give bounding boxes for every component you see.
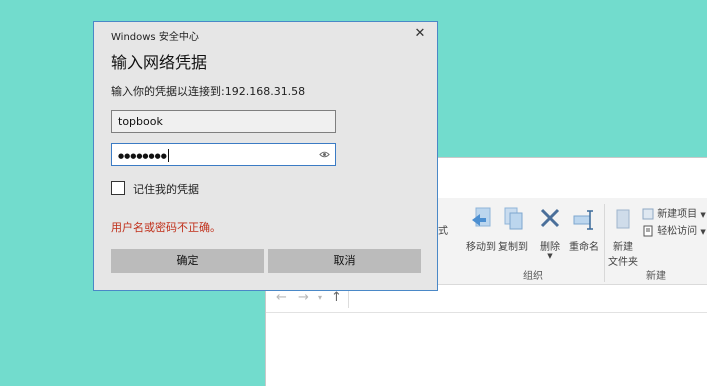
new-item-button[interactable]: 新建项目 ▼ [642,205,706,220]
move-to-icon [472,207,491,227]
group-label-organize: 组织 [523,271,543,282]
easy-access-button[interactable]: 轻松访问 ▼ [642,222,706,237]
forward-icon[interactable]: → [298,290,309,305]
credential-dialog: Windows 安全中心 ✕ 输入网络凭据 输入你的凭据以连接到:192.168… [93,21,438,291]
copy-to-icon [504,207,523,230]
connection-prompt: 输入你的凭据以连接到:192.168.31.58 [111,85,306,98]
delete-button[interactable]: 删除 ▼ [536,206,564,260]
remember-label: 记住我的凭据 [133,183,199,196]
rename-label: 重命名 [569,242,599,253]
error-message: 用户名或密码不正确。 [111,221,221,234]
delete-icon [540,208,560,228]
ok-button[interactable]: 确定 [111,249,264,273]
username-field[interactable]: topbook [111,110,336,133]
new-folder-label-1: 新建 [613,242,633,253]
password-field[interactable]: ●●●●●●●● [111,143,336,166]
up-icon[interactable]: ↑ [331,290,342,305]
cancel-button[interactable]: 取消 [268,249,421,273]
delete-dropdown-icon[interactable]: ▼ [536,253,564,260]
move-to-button[interactable]: 移动到 [464,206,498,253]
back-icon[interactable]: ← [276,290,287,305]
new-item-dropdown-icon: ▼ [700,211,706,219]
easy-access-label: 轻松访问 [657,226,698,237]
copy-to-button[interactable]: 复制到 [496,206,530,253]
username-value: topbook [118,115,163,128]
remember-checkbox[interactable] [111,181,125,195]
delete-label: 删除 [540,242,560,253]
new-item-icon [642,208,654,220]
group-label-new: 新建 [646,271,666,282]
new-folder-label-2: 文件夹 [608,257,638,268]
move-to-label: 移动到 [466,242,496,253]
reveal-password-icon[interactable] [319,149,330,160]
text-caret [167,148,169,162]
rename-icon [573,210,593,230]
new-folder-button[interactable]: 新建 文件夹 [606,206,640,268]
password-mask: ●●●●●●●● [118,152,167,160]
new-item-label: 新建项目 [657,209,698,220]
ribbon-separator [604,204,605,282]
copy-to-label: 复制到 [498,242,528,253]
easy-access-dropdown-icon: ▼ [700,228,706,236]
new-folder-icon [616,209,630,229]
dialog-window-title: Windows 安全中心 [111,32,199,43]
dialog-heading: 输入网络凭据 [111,53,208,72]
easy-access-icon [643,225,653,237]
rename-button[interactable]: 重命名 [566,206,602,253]
address-bar[interactable] [348,288,707,308]
close-icon[interactable]: ✕ [411,25,429,43]
recent-locations-icon[interactable]: ▾ [318,293,322,302]
ribbon-partial-label: 式 [438,226,448,237]
